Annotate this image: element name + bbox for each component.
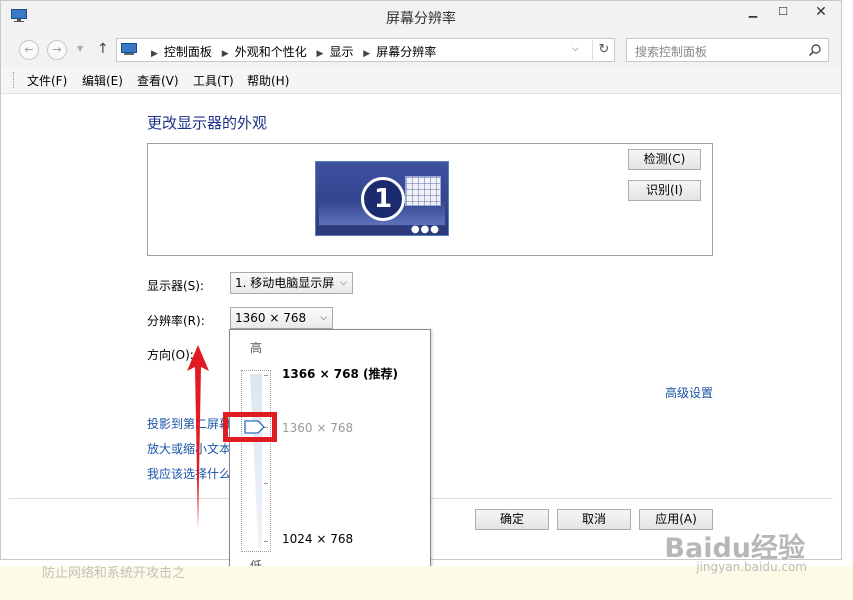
monitor-number-badge: 1	[361, 177, 405, 221]
detect-button[interactable]: 检测(C)	[628, 149, 701, 170]
menu-view[interactable]: 查看(V)	[137, 72, 179, 89]
menu-file[interactable]: 文件(F)	[27, 72, 67, 89]
maximize-button[interactable]: ☐	[766, 1, 800, 23]
refresh-icon[interactable]: ↻	[592, 40, 615, 60]
menu-bar: 文件(F) 编辑(E) 查看(V) 工具(T) 帮助(H)	[1, 67, 841, 94]
chevron-down-icon: ⌵	[340, 278, 347, 288]
address-bar[interactable]: ▶ 控制面板 ▶ 外观和个性化 ▶ 显示 ▶ 屏幕分辨率 ⌵ ↻	[116, 38, 615, 62]
resolution-option-1360[interactable]: 1360 × 768	[282, 421, 353, 435]
monitor-preview-panel: 1 ●●● 检测(C) 识别(I)	[147, 143, 713, 256]
chevron-right-icon: ▶	[316, 49, 324, 59]
breadcrumb: ▶ 控制面板 ▶ 外观和个性化 ▶ 显示 ▶ 屏幕分辨率	[145, 43, 436, 60]
chevron-down-icon[interactable]: ⌵	[572, 44, 579, 54]
resolution-label: 分辨率(R):	[147, 314, 205, 328]
menu-tools[interactable]: 工具(T)	[193, 72, 234, 89]
slider-tick	[264, 375, 268, 376]
monitor-dots-icon: ●●●	[410, 224, 440, 235]
resolution-slider-track[interactable]	[241, 370, 271, 552]
watermark-url: jingyan.baidu.com	[696, 560, 807, 574]
page-footer: 防止网络和系统开攻击之 Baidu经验 jingyan.baidu.com	[0, 533, 853, 600]
resolution-select-value: 1360 × 768	[235, 311, 307, 325]
chevron-right-icon: ▶	[151, 49, 158, 59]
forward-arrow-icon[interactable]: →	[47, 40, 67, 60]
window-grid-icon	[405, 176, 441, 206]
up-arrow-icon[interactable]: ↑	[97, 41, 109, 57]
search-icon[interactable]	[808, 43, 822, 57]
minimize-button[interactable]: ▁	[736, 1, 770, 23]
search-input[interactable]: 搜索控制面板	[635, 43, 707, 60]
search-box[interactable]: 搜索控制面板	[626, 38, 829, 62]
resolution-select[interactable]: 1360 × 768 ⌵	[230, 307, 333, 329]
identify-button[interactable]: 识别(I)	[628, 180, 701, 201]
breadcrumb-item-screen-resolution[interactable]: 屏幕分辨率	[376, 43, 436, 60]
monitor-screen: 1	[319, 165, 445, 225]
menu-grip	[13, 72, 14, 88]
page-title: 更改显示器的外观	[147, 114, 268, 132]
close-button[interactable]: ✕	[800, 1, 841, 23]
slider-tick	[264, 541, 268, 542]
highlight-box	[223, 412, 277, 442]
resolution-slider-popup: 高 低 1366 × 768 (推荐) 1360 × 768 1024 × 76…	[229, 329, 431, 581]
slider-wedge	[250, 374, 262, 548]
title-bar: 屏幕分辨率 ▁ ☐ ✕	[1, 1, 841, 33]
navigation-bar: ← → ▼ ↑ ▶ 控制面板 ▶ 外观和个性化 ▶ 显示 ▶ 屏幕分辨率 ⌵ ↻ 搜索控…	[1, 33, 841, 67]
cancel-button[interactable]: 取消	[557, 509, 631, 530]
chevron-down-icon: ⌵	[320, 313, 327, 323]
menu-help[interactable]: 帮助(H)	[247, 72, 289, 89]
display-select-value: 1. 移动电脑显示屏	[235, 276, 335, 290]
monitor-1-image[interactable]: 1 ●●●	[315, 161, 449, 236]
breadcrumb-item-display[interactable]: 显示	[329, 43, 353, 60]
recent-locations-dropdown-icon[interactable]: ▼	[77, 44, 83, 53]
slider-high-label: 高	[250, 341, 263, 355]
red-arrow-annotation	[187, 345, 209, 530]
resolution-option-1366[interactable]: 1366 × 768 (推荐)	[282, 365, 398, 382]
faded-footer-text: 防止网络和系统开攻击之	[42, 566, 186, 581]
resolution-option-1024[interactable]: 1024 × 768	[282, 532, 353, 546]
display-select[interactable]: 1. 移动电脑显示屏 ⌵	[230, 272, 353, 294]
advanced-settings-link[interactable]: 高级设置	[665, 384, 713, 401]
chevron-right-icon: ▶	[221, 49, 229, 59]
chevron-right-icon: ▶	[363, 49, 371, 59]
menu-edit[interactable]: 编辑(E)	[82, 72, 123, 89]
control-panel-icon	[121, 43, 137, 55]
breadcrumb-item-control-panel[interactable]: 控制面板	[164, 43, 212, 60]
back-arrow-icon[interactable]: ←	[19, 40, 39, 60]
breadcrumb-item-appearance[interactable]: 外观和个性化	[235, 43, 307, 60]
ok-button[interactable]: 确定	[475, 509, 549, 530]
window-title: 屏幕分辨率	[386, 11, 456, 27]
display-label: 显示器(S):	[147, 279, 205, 293]
slider-tick	[264, 483, 268, 484]
